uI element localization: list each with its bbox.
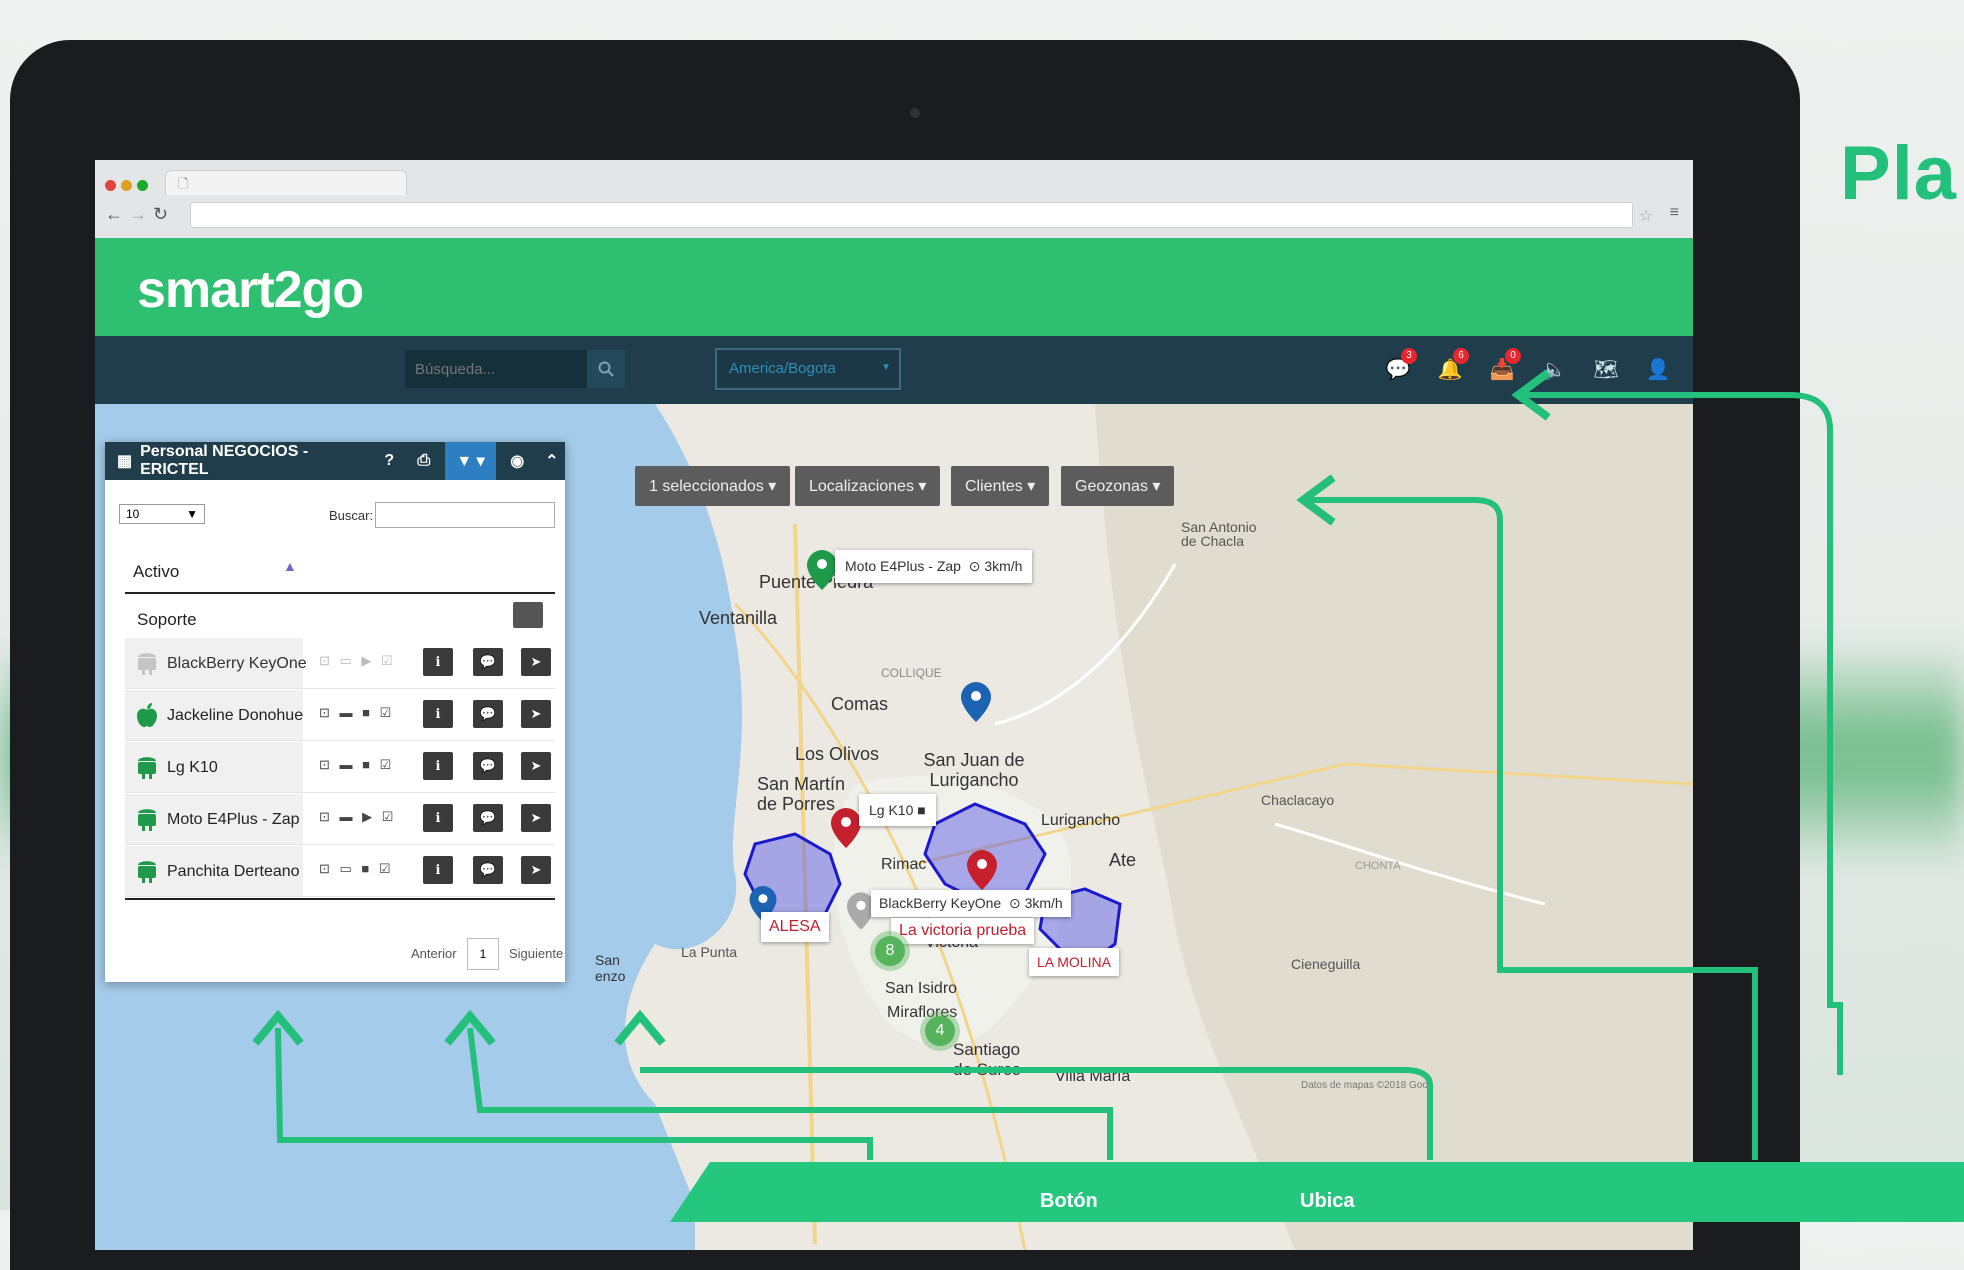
bottom-bar-angle <box>670 1162 710 1222</box>
annotation-arrows <box>252 369 1843 1160</box>
